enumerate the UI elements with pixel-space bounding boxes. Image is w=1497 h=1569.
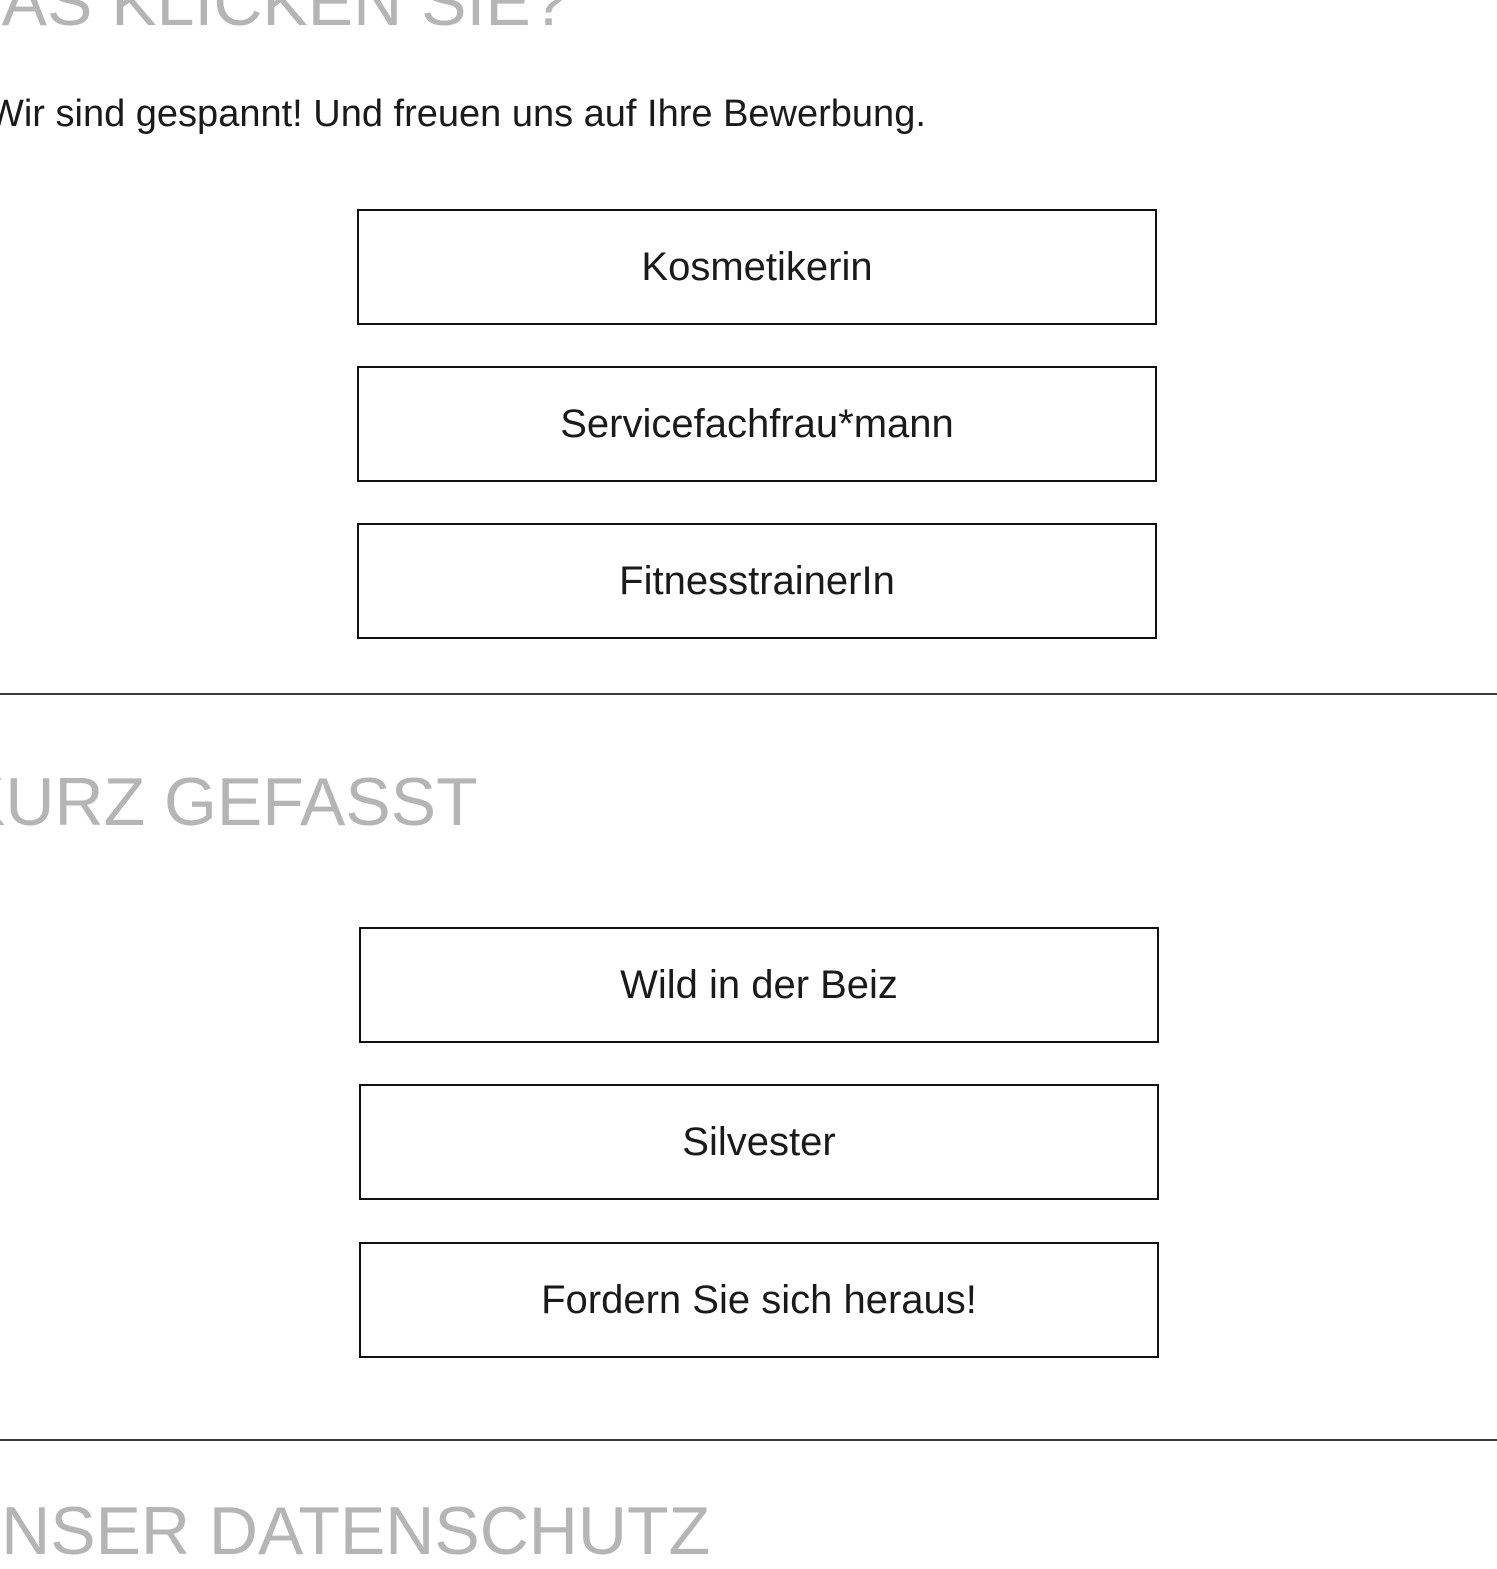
- intro-text: Wir sind gespannt! Und freuen uns auf Ih…: [0, 93, 926, 135]
- section-heading-unser-datenschutz: UNSER DATENSCHUTZ: [0, 1493, 711, 1569]
- section-heading-kurz-gefasst: KURZ GEFASST: [0, 764, 478, 840]
- button-wild-in-der-beiz[interactable]: Wild in der Beiz: [359, 927, 1159, 1043]
- button-fordern-sie-sich-heraus[interactable]: Fordern Sie sich heraus!: [359, 1242, 1159, 1358]
- button-silvester[interactable]: Silvester: [359, 1084, 1159, 1200]
- button-kosmetikerin[interactable]: Kosmetikerin: [357, 209, 1157, 325]
- button-servicefachfrau-mann[interactable]: Servicefachfrau*mann: [357, 366, 1157, 482]
- section-divider: [0, 693, 1497, 695]
- section-heading-was-klicken-sie: WAS KLICKEN SIE?: [0, 0, 569, 40]
- button-fitnesstrainerin[interactable]: FitnesstrainerIn: [357, 523, 1157, 639]
- section-divider: [0, 1439, 1497, 1441]
